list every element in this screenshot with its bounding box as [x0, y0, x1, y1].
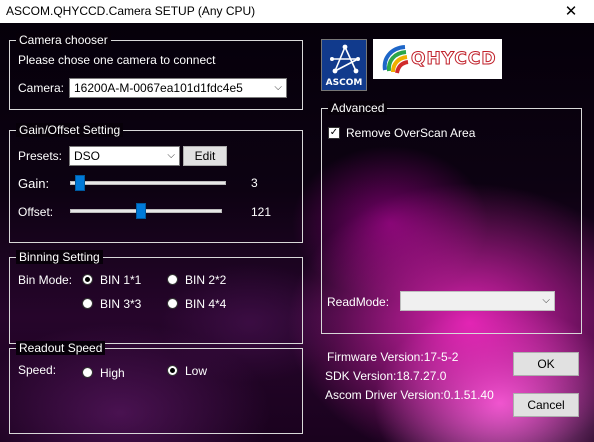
- bin-mode-label: Bin Mode:: [18, 273, 73, 287]
- speed-low-radio[interactable]: [167, 365, 178, 376]
- readout-speed-group: Readout Speed: [9, 341, 303, 434]
- window-title: ASCOM.QHYCCD.Camera SETUP (Any CPU): [6, 4, 256, 18]
- gain-value: 3: [251, 176, 258, 190]
- readmode-select[interactable]: ⌵: [400, 291, 555, 311]
- bin-4x4-radio[interactable]: [167, 298, 178, 309]
- chevron-down-icon: ⌵: [274, 82, 282, 93]
- ascom-star-icon: [330, 44, 360, 74]
- speed-high-label[interactable]: High: [100, 366, 125, 380]
- bin-3x3-label[interactable]: BIN 3*3: [100, 297, 141, 311]
- qhyccd-swirl-icon: [382, 45, 409, 74]
- advanced-legend: Advanced: [328, 101, 388, 115]
- offset-label: Offset:: [18, 205, 54, 219]
- chevron-down-icon: ⌵: [167, 150, 175, 161]
- presets-select[interactable]: DSO ⌵: [69, 146, 180, 166]
- binning-group: Binning Setting: [9, 250, 303, 344]
- gain-slider-thumb[interactable]: [75, 175, 85, 191]
- gain-offset-legend: Gain/Offset Setting: [16, 123, 124, 137]
- edit-button[interactable]: Edit: [183, 146, 227, 166]
- ok-button[interactable]: OK: [513, 352, 579, 376]
- offset-value: 121: [251, 205, 272, 219]
- sdk-version: SDK Version:18.7.27.0: [325, 369, 447, 383]
- cancel-button[interactable]: Cancel: [513, 393, 579, 417]
- speed-label: Speed:: [18, 363, 57, 377]
- camera-chooser-legend: Camera chooser: [16, 33, 111, 47]
- offset-slider-thumb[interactable]: [136, 203, 146, 219]
- firmware-version: Firmware Version:17-5-2: [327, 350, 459, 364]
- bin-2x2-label[interactable]: BIN 2*2: [185, 273, 226, 287]
- binning-legend: Binning Setting: [16, 250, 103, 264]
- offset-slider-track[interactable]: [70, 209, 222, 213]
- camera-select-value: 16200A-M-0067ea101d1fdc4e5: [74, 81, 243, 95]
- dialog-body: Camera chooser Please chose one camera t…: [0, 23, 594, 442]
- bin-1x1-radio[interactable]: [82, 274, 93, 285]
- qhyccd-logo: QHYCCD: [373, 39, 502, 79]
- overscan-label[interactable]: Remove OverScan Area: [346, 126, 475, 140]
- readout-speed-legend: Readout Speed: [16, 341, 106, 355]
- gain-label: Gain:: [18, 176, 50, 191]
- presets-select-value: DSO: [74, 149, 101, 163]
- gain-slider-track[interactable]: [70, 181, 226, 185]
- driver-version: Ascom Driver Version:0.1.51.40: [325, 388, 494, 402]
- presets-label: Presets:: [18, 149, 63, 163]
- ascom-logo: ASCOM: [321, 39, 367, 91]
- bin-2x2-radio[interactable]: [167, 274, 178, 285]
- camera-select[interactable]: 16200A-M-0067ea101d1fdc4e5 ⌵: [69, 78, 287, 98]
- qhyccd-logo-text: QHYCCD: [410, 49, 497, 70]
- close-icon[interactable]: ✕: [548, 0, 594, 23]
- readmode-label: ReadMode:: [327, 295, 390, 309]
- camera-chooser-group: Camera chooser: [9, 33, 303, 110]
- camera-label: Camera:: [18, 81, 65, 95]
- speed-high-radio[interactable]: [82, 367, 93, 378]
- chevron-down-icon: ⌵: [542, 295, 550, 306]
- ascom-logo-text: ASCOM: [325, 78, 363, 88]
- overscan-checkbox[interactable]: ✓: [328, 127, 340, 139]
- bin-1x1-label[interactable]: BIN 1*1: [100, 273, 141, 287]
- bin-3x3-radio[interactable]: [82, 298, 93, 309]
- camera-hint: Please chose one camera to connect: [18, 53, 216, 67]
- bin-4x4-label[interactable]: BIN 4*4: [185, 297, 226, 311]
- title-bar: ASCOM.QHYCCD.Camera SETUP (Any CPU) ✕: [0, 0, 594, 24]
- speed-low-label[interactable]: Low: [185, 364, 207, 378]
